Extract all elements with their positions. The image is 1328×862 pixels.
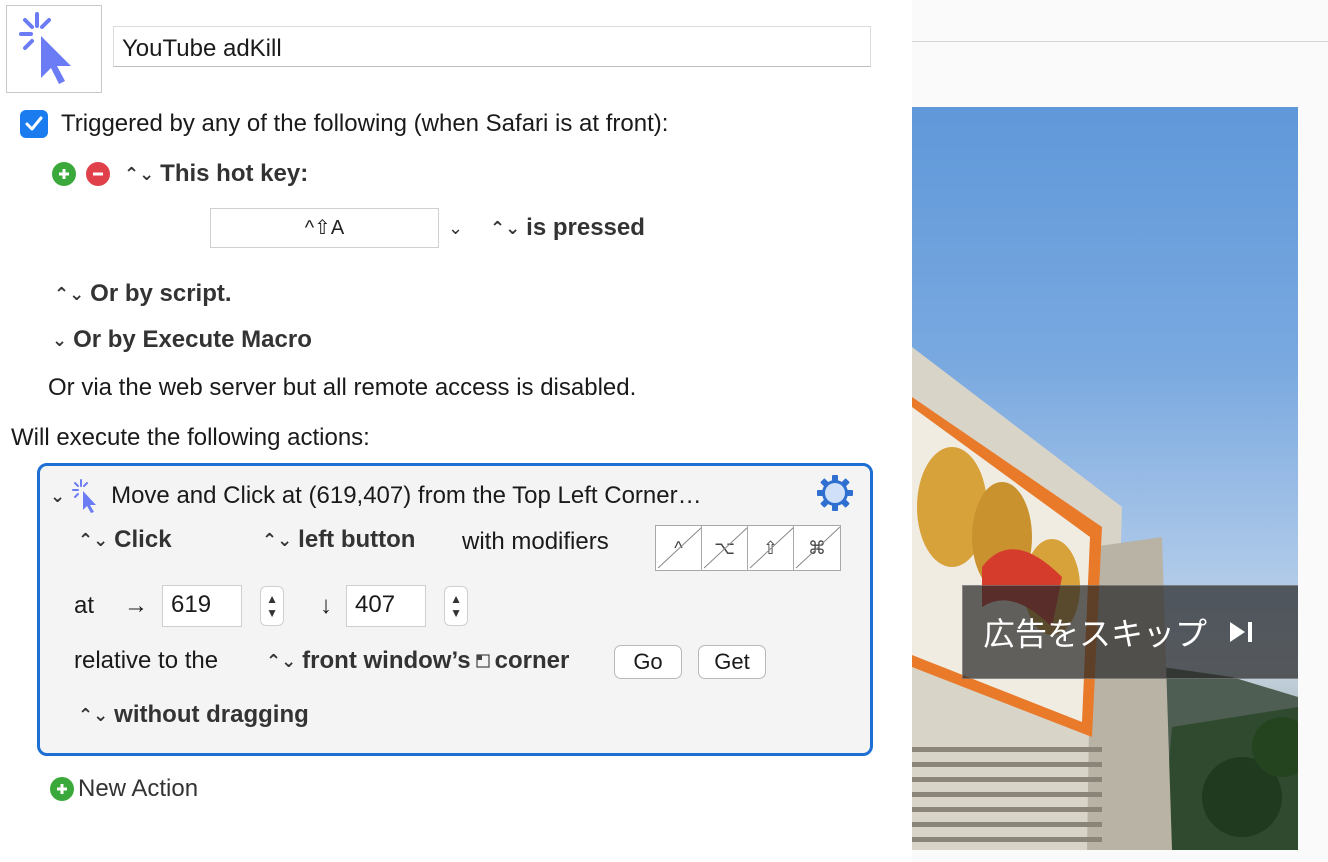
gear-icon <box>817 475 853 511</box>
execute-macro-label: Or by Execute Macro <box>73 326 312 353</box>
modifiers-group: ^ ⌥ ⇧ ⌘ <box>655 525 841 571</box>
y-coordinate-stepper[interactable]: ▲ ▼ <box>444 586 469 626</box>
remove-trigger-button[interactable] <box>86 162 110 186</box>
new-action-label: New Action <box>78 775 199 802</box>
macro-name-field[interactable]: YouTube adKill <box>113 26 871 67</box>
cursor-click-icon <box>72 479 97 513</box>
add-trigger-button[interactable] <box>52 162 76 186</box>
script-popup-stepper-icon: ⌃⌄ <box>54 283 85 304</box>
mouse-button-label: left button <box>298 526 416 553</box>
option-modifier-toggle[interactable]: ⌥ <box>702 526 748 570</box>
relative-value: front window’s <box>302 647 471 674</box>
y-arrow-icon: ↓ <box>320 592 333 619</box>
trigger-enabled-row: Triggered by any of the following (when … <box>20 110 668 138</box>
macro-editor: YouTube adKill Triggered by any of the f… <box>0 0 912 862</box>
x-arrow-icon: → <box>124 592 149 619</box>
popup-stepper-icon: ⌃⌄ <box>262 529 293 550</box>
script-trigger-label: Or by script. <box>90 280 232 307</box>
relative-row: relative to the <box>74 647 218 675</box>
shift-modifier-toggle[interactable]: ⇧ <box>748 526 794 570</box>
hotkey-state-popup[interactable]: ⌃⌄ is pressed <box>486 214 645 242</box>
hotkey-field[interactable]: ^⇧A <box>210 208 439 248</box>
web-server-row: Or via the web server but all remote acc… <box>48 374 636 402</box>
minus-icon <box>93 172 103 176</box>
popup-stepper-icon: ⌃⌄ <box>490 217 521 238</box>
coordinates-row: at → 619 ▲ ▼ ↓ 407 ▲ ▼ <box>74 585 469 627</box>
actions-heading-row: Will execute the following actions: <box>11 424 370 452</box>
go-get-buttons: Go Get <box>614 645 766 679</box>
drag-option-popup[interactable]: ⌃⌄ without dragging <box>74 701 309 729</box>
new-action-button[interactable]: New Action <box>50 775 198 803</box>
script-trigger-row[interactable]: ⌃⌄ Or by script. <box>50 280 232 308</box>
command-modifier-toggle[interactable]: ⌘ <box>794 526 840 570</box>
skip-ad-label: 広告をスキップ <box>983 616 1208 652</box>
go-button[interactable]: Go <box>614 645 682 679</box>
top-left-corner-icon <box>475 654 490 668</box>
popup-stepper-icon: ⌃⌄ <box>78 704 109 725</box>
get-button[interactable]: Get <box>698 645 766 679</box>
popup-stepper-icon: ⌃⌄ <box>78 529 109 550</box>
trigger-enabled-checkbox[interactable] <box>20 110 48 138</box>
toolbar-divider <box>912 41 1328 42</box>
relative-label: relative to the <box>74 647 219 674</box>
video-scenery <box>912 347 1298 850</box>
y-coordinate-field[interactable]: 407 <box>346 585 427 627</box>
drag-option-label: without dragging <box>114 701 309 728</box>
modifiers-label-row: with modifiers <box>462 528 609 556</box>
plus-icon <box>50 777 74 801</box>
action-card[interactable]: ⌄ Move and Click at (619,407) from the T… <box>37 463 873 756</box>
trigger-description: Triggered by any of the following (when … <box>61 110 669 137</box>
plus-icon <box>59 169 69 179</box>
relative-popup[interactable]: ⌃⌄ front window’s corner <box>262 647 569 675</box>
browser-panel: 広告をスキップ <box>912 0 1328 862</box>
checkmark-icon <box>25 116 43 131</box>
action-title: Move and Click at (619,407) from the Top… <box>111 482 702 509</box>
x-coordinate-field[interactable]: 619 <box>162 585 243 627</box>
popup-stepper-icon: ⌃⌄ <box>266 650 297 671</box>
action-gear-button[interactable] <box>816 474 854 517</box>
trigger-type-popup-icon[interactable]: ⌃⌄ <box>124 164 154 185</box>
skip-next-icon <box>1230 622 1253 642</box>
corner-label: corner <box>494 647 570 674</box>
hotkey-menu-chevron-icon[interactable]: ⌄ <box>448 218 463 239</box>
x-coordinate-stepper[interactable]: ▲ ▼ <box>260 586 285 626</box>
hotkey-state-label: is pressed <box>526 214 645 241</box>
click-type-label: Click <box>114 526 172 553</box>
hotkey-trigger-label[interactable]: This hot key: <box>160 160 308 188</box>
at-label: at <box>74 592 95 619</box>
action-header: ⌄ Move and Click at (619,407) from the T… <box>50 478 830 514</box>
skip-ad-button[interactable]: 広告をスキップ <box>962 585 1298 679</box>
control-modifier-toggle[interactable]: ^ <box>656 526 702 570</box>
cursor-click-icon <box>19 12 71 84</box>
macro-icon-well[interactable] <box>6 5 102 93</box>
actions-heading: Will execute the following actions: <box>11 424 370 451</box>
modifiers-label: with modifiers <box>462 528 609 555</box>
video-player[interactable]: 広告をスキップ <box>912 107 1298 850</box>
hotkey-trigger-row: ⌃⌄ This hot key: <box>52 160 308 188</box>
click-type-popup[interactable]: ⌃⌄ Click <box>74 526 172 554</box>
disclosure-chevron-icon: ⌄ <box>52 329 68 350</box>
web-server-text: Or via the web server but all remote acc… <box>48 374 637 401</box>
mouse-button-popup[interactable]: ⌃⌄ left button <box>258 526 415 554</box>
execute-macro-row[interactable]: ⌄ Or by Execute Macro <box>52 326 312 354</box>
action-collapse-chevron-icon[interactable]: ⌄ <box>50 486 65 507</box>
